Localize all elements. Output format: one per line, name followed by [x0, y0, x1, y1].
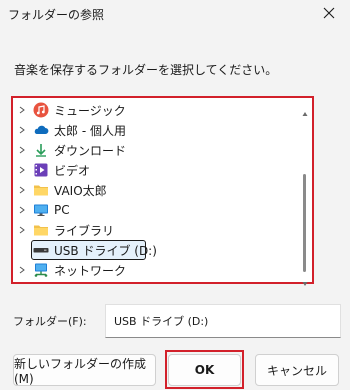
chevron-right-icon[interactable]: [15, 260, 29, 280]
folder-tree-highlight: ミュージック 太郎 - 個人用 ダウンロード ビデオ VAIO太郎 PC ライブ…: [11, 96, 314, 286]
tree-item-label: ライブラリ: [54, 223, 115, 238]
tree-item-label: USB ドライブ (D:): [54, 243, 157, 258]
tree-item-label: ダウンロード: [54, 143, 127, 158]
tree-item-pc[interactable]: PC: [13, 200, 70, 220]
tree-item-user-folder[interactable]: VAIO太郎: [13, 180, 107, 200]
folder-field-label: フォルダー(F):: [13, 315, 87, 328]
tree-item-videos[interactable]: ビデオ: [13, 160, 90, 180]
folder-field[interactable]: [105, 304, 341, 338]
folder-icon: [33, 222, 49, 238]
music-icon: [33, 102, 49, 118]
usb-drive-icon: [33, 242, 49, 258]
tree-item-libraries[interactable]: ライブラリ: [13, 220, 114, 240]
scroll-up-icon[interactable]: [302, 102, 308, 116]
chevron-right-icon[interactable]: [15, 140, 29, 160]
download-icon: [33, 142, 49, 158]
chevron-right-icon[interactable]: [15, 220, 29, 240]
cancel-button[interactable]: キャンセル: [255, 354, 339, 386]
pc-icon: [33, 202, 49, 218]
folder-icon: [33, 182, 49, 198]
video-icon: [33, 162, 49, 178]
tree-item-label: VAIO太郎: [54, 183, 107, 198]
chevron-right-icon[interactable]: [15, 100, 29, 120]
close-button[interactable]: [316, 2, 342, 24]
scrollbar-thumb[interactable]: [303, 174, 306, 272]
dialog-title: フォルダーの参照: [8, 8, 105, 22]
ok-button[interactable]: OK: [168, 354, 241, 386]
tree-item-usb-drive[interactable]: USB ドライブ (D:): [13, 240, 157, 260]
new-folder-button[interactable]: 新しいフォルダーの作成(M): [13, 354, 156, 386]
tree-item-downloads[interactable]: ダウンロード: [13, 140, 126, 160]
folder-tree[interactable]: ミュージック 太郎 - 個人用 ダウンロード ビデオ VAIO太郎 PC ライブ…: [13, 100, 319, 280]
tree-item-label: ネットワーク: [54, 263, 127, 278]
chevron-right-icon[interactable]: [15, 160, 29, 180]
tree-item-label: 太郎 - 個人用: [54, 123, 126, 138]
tree-item-onedrive[interactable]: 太郎 - 個人用: [13, 120, 126, 140]
chevron-right-icon[interactable]: [15, 180, 29, 200]
chevron-right-icon[interactable]: [15, 120, 29, 140]
scroll-down-icon[interactable]: [302, 272, 308, 286]
tree-item-label: ビデオ: [54, 163, 91, 178]
network-icon: [33, 262, 49, 278]
tree-item-network[interactable]: ネットワーク: [13, 260, 126, 280]
tree-item-music[interactable]: ミュージック: [13, 100, 126, 120]
instruction-text: 音楽を保存するフォルダーを選択してください。: [14, 63, 278, 77]
tree-scrollbar[interactable]: [302, 102, 308, 286]
tree-item-label: ミュージック: [54, 103, 126, 118]
close-icon: [323, 4, 335, 23]
tree-item-label: PC: [54, 203, 70, 217]
browse-folder-dialog: フォルダーの参照 音楽を保存するフォルダーを選択してください。 ミュージック 太…: [0, 0, 350, 390]
cloud-icon: [33, 122, 49, 138]
chevron-right-icon[interactable]: [15, 200, 29, 220]
